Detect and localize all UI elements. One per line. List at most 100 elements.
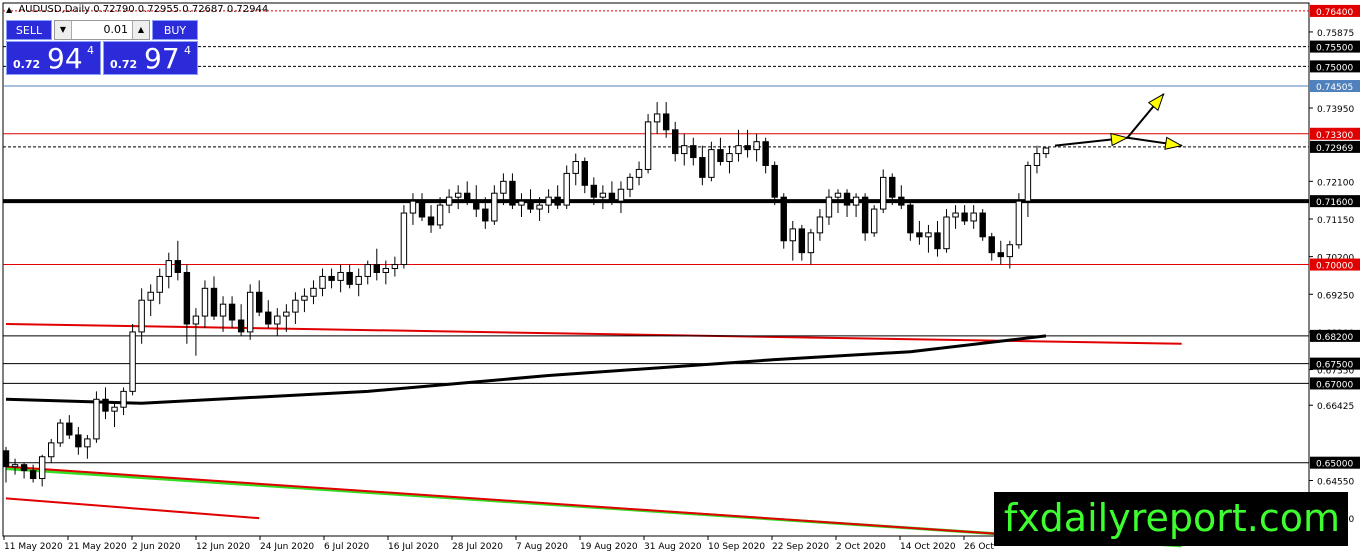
candle-bull: [400, 212, 408, 266]
candle-bull: [1015, 200, 1023, 246]
x-tick-label: 24 Jun 2020: [260, 542, 314, 552]
candle-bull: [789, 228, 796, 242]
candle-bull: [726, 153, 733, 163]
candle-bull: [38, 456, 46, 480]
collapse-triangle-icon[interactable]: ▲: [6, 5, 12, 14]
candle-bull: [84, 438, 91, 448]
candle-bull: [436, 204, 444, 226]
candle-bear: [427, 216, 435, 226]
candle-bear: [256, 291, 263, 313]
lot-size-field[interactable]: ▼ 0.01 ▲: [54, 20, 150, 40]
y-tick-label: 0.66425: [1317, 402, 1354, 412]
price-chart: 0.758750.739500.721000.711500.702000.692…: [2, 2, 1360, 552]
candle-bear: [418, 200, 426, 218]
candle-bull: [48, 442, 55, 458]
candle-bear: [771, 164, 778, 198]
level-price-label: 0.70000: [1316, 262, 1353, 272]
bid-quote[interactable]: 0.72 94 4: [6, 41, 101, 75]
level-price-label: 0.71600: [1316, 198, 1353, 208]
ask-fraction: 4: [184, 44, 191, 57]
candle-bull: [364, 264, 371, 277]
x-tick-label: 16 Jul 2020: [388, 542, 439, 552]
candle-bull: [970, 212, 977, 222]
candle-bear: [581, 161, 588, 186]
candle-bull: [201, 287, 209, 317]
candle-bull: [952, 212, 959, 218]
symbol-ohlc-text: AUDUSD,Daily 0.72790 0.72955 0.72687 0.7…: [18, 4, 269, 15]
candle-bull: [852, 196, 860, 206]
level-price-label: 0.65000: [1316, 460, 1353, 470]
candle-bear: [66, 422, 73, 436]
level-price-label: 0.76400: [1316, 8, 1353, 18]
candle-bear: [2, 450, 10, 468]
candle-bull: [617, 188, 625, 202]
candle-bull: [147, 291, 154, 301]
candle-bull: [11, 464, 19, 468]
candle-bear: [762, 141, 769, 166]
x-tick-label: 2 Oct 2020: [836, 542, 886, 552]
candle-bull: [708, 149, 715, 178]
lot-increase-icon[interactable]: ▲: [132, 21, 149, 39]
candle-bull: [1033, 153, 1041, 166]
candle-bull: [870, 208, 878, 234]
candle-bear: [20, 464, 28, 472]
candle-bull: [310, 287, 317, 297]
candle-bull: [653, 113, 661, 123]
lot-decrease-icon[interactable]: ▼: [55, 21, 72, 39]
bid-pips: 94: [47, 42, 83, 75]
level-price-label: 0.75500: [1316, 44, 1353, 54]
brand-watermark: fxdailyreport.com: [993, 492, 1348, 546]
candle-bull: [57, 422, 64, 444]
candle-bull: [192, 315, 200, 325]
y-tick-label: 0.75875: [1317, 29, 1354, 39]
candle-bear: [690, 145, 697, 159]
candle-bear: [373, 264, 380, 273]
ask-quote[interactable]: 0.72 97 4: [103, 41, 198, 75]
symbol-header: ▲ AUDUSD,Daily 0.72790 0.72955 0.72687 0…: [6, 4, 268, 15]
candle-bull: [129, 331, 136, 392]
candle-bear: [527, 200, 534, 210]
candle-bear: [997, 252, 1004, 258]
candle-bear: [961, 212, 968, 222]
x-tick-label: 21 May 2020: [68, 542, 127, 552]
level-price-label: 0.72969: [1316, 144, 1353, 154]
sell-button[interactable]: SELL: [6, 20, 52, 40]
candle-bear: [346, 271, 353, 285]
candle-bear: [662, 113, 670, 131]
candle-bear: [699, 157, 706, 178]
level-price-label: 0.73300: [1316, 131, 1353, 141]
candle-bull: [165, 260, 172, 277]
candle-bull: [925, 232, 932, 238]
candle-bear: [889, 176, 896, 198]
lot-size-value[interactable]: 0.01: [73, 21, 131, 39]
candle-bear: [898, 196, 905, 206]
bid-fraction: 4: [87, 44, 94, 57]
level-price-label: 0.74505: [1316, 83, 1353, 93]
candle-bear: [464, 192, 471, 202]
candle-bull: [246, 291, 254, 333]
candle-bear: [183, 271, 191, 325]
y-tick-label: 0.72100: [1317, 178, 1354, 188]
candle-bear: [237, 319, 245, 333]
x-tick-label: 2 Jun 2020: [132, 542, 181, 552]
candle-bull: [111, 406, 118, 412]
ask-prefix: 0.72: [110, 58, 138, 71]
candle-bear: [979, 212, 986, 238]
candle-bull: [219, 303, 227, 317]
y-tick-label: 0.71150: [1317, 216, 1354, 226]
candle-bull: [545, 196, 552, 206]
level-price-label: 0.68200: [1316, 333, 1353, 343]
x-tick-label: 12 Jun 2020: [196, 542, 250, 552]
candle-bull: [635, 168, 643, 178]
candle-bear: [907, 204, 914, 234]
buy-button[interactable]: BUY: [152, 20, 198, 40]
candle-bull: [644, 121, 652, 170]
candle-bear: [554, 196, 561, 206]
candle-bear: [798, 228, 806, 254]
candle-bull: [138, 299, 145, 333]
candle-bear: [75, 434, 82, 448]
candle-bull: [391, 264, 399, 270]
candle-bull: [120, 390, 127, 408]
candle-bull: [599, 192, 607, 198]
x-tick-label: 28 Jul 2020: [452, 542, 503, 552]
